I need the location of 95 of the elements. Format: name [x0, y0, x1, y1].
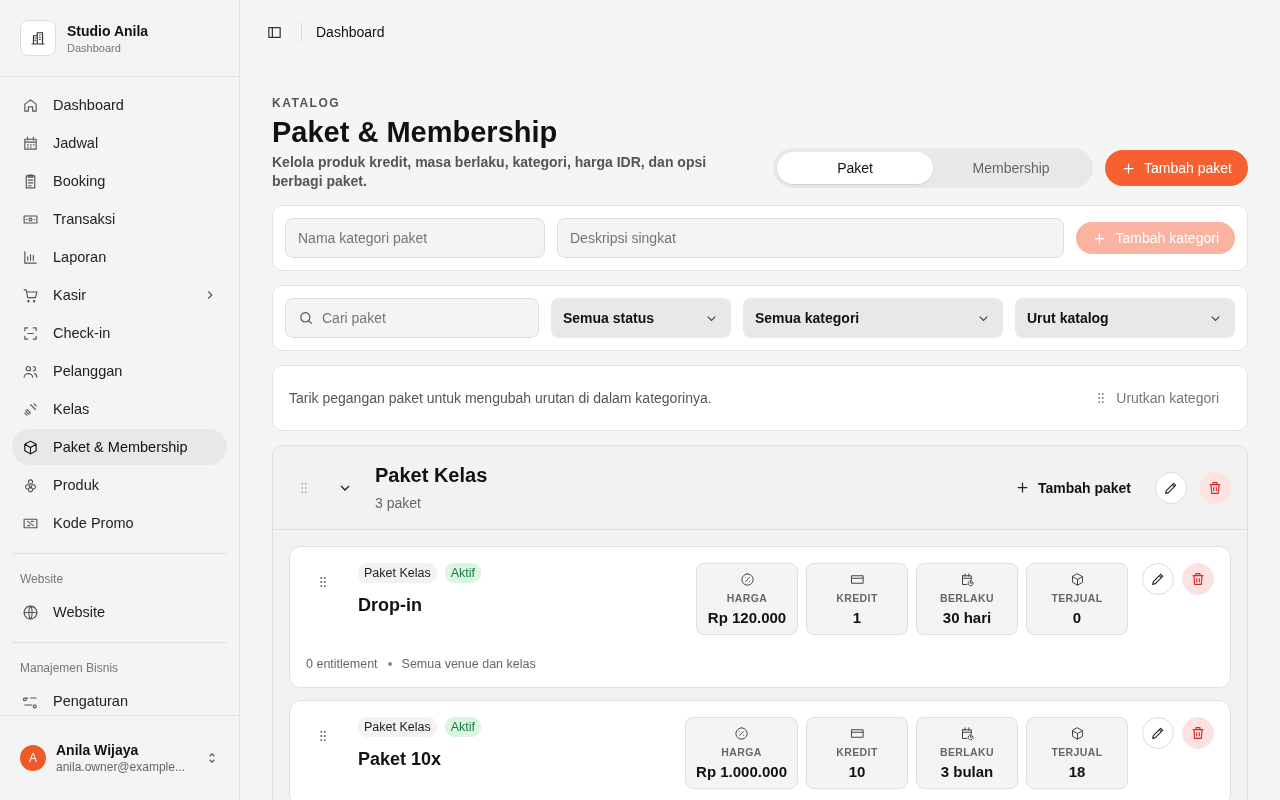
- trash-icon: [1190, 725, 1206, 741]
- nav-icon: [22, 286, 39, 304]
- nav-section-heading: Manajemen Bisnis: [19, 660, 120, 677]
- add-package-link[interactable]: Tambah paket: [1002, 473, 1143, 502]
- stat-value: 1: [852, 609, 862, 626]
- sidebar-item[interactable]: Kelas: [12, 391, 227, 427]
- stat-value: 18: [1068, 763, 1086, 780]
- studio-subtitle: Dashboard: [67, 41, 122, 54]
- stat-value: 0: [1072, 609, 1082, 626]
- nav-icon: [22, 134, 39, 152]
- stat-label: TERJUAL: [1051, 592, 1103, 604]
- edit-button[interactable]: [1142, 563, 1174, 595]
- trash-icon: [1190, 571, 1206, 587]
- pencil-icon: [1150, 571, 1166, 587]
- package-meta: 0 entitlement: [306, 657, 378, 671]
- stat-label: HARGA: [721, 746, 762, 758]
- stat-icon: [739, 572, 755, 587]
- page-description: Kelola produk kredit, masa berlaku, kategori, harga IDR, dan opsi berbagi paket.: [272, 153, 708, 191]
- stat-label: BERLAKU: [939, 592, 995, 604]
- sidebar-item[interactable]: Produk: [12, 467, 227, 503]
- plus-icon: [1014, 480, 1030, 495]
- stat-icon: [734, 726, 750, 741]
- separator-dot: [387, 662, 392, 666]
- filter-dropdown[interactable]: Semua kategori: [743, 298, 1003, 338]
- stat-icon: [959, 726, 975, 741]
- stat-value: 30 hari: [942, 609, 992, 626]
- nav-icon: [22, 476, 39, 494]
- plus-icon: [1121, 160, 1137, 176]
- trash-icon: [1207, 479, 1223, 496]
- package-name: Paket 10x: [358, 749, 443, 770]
- sidebar-item[interactable]: Pelanggan: [12, 353, 227, 389]
- stat-value: 3 bulan: [940, 763, 994, 780]
- delete-button[interactable]: [1182, 563, 1214, 595]
- sort-categories-button[interactable]: Urutkan kategori: [1082, 384, 1231, 412]
- sidebar-item[interactable]: Website: [12, 594, 227, 630]
- search-field[interactable]: Cari paket: [285, 298, 539, 338]
- sidebar-item[interactable]: Pengaturan: [12, 683, 227, 715]
- stat-label: BERLAKU: [939, 746, 995, 758]
- search-icon: [298, 310, 314, 326]
- sidebar-item[interactable]: Dashboard: [12, 87, 227, 123]
- nav-icon: [22, 438, 39, 456]
- tag: Aktif: [444, 717, 482, 737]
- stat-value: 10: [848, 763, 866, 780]
- nav-icon: [22, 400, 39, 418]
- sidebar-item[interactable]: Paket & Membership: [12, 429, 227, 465]
- stat-label: TERJUAL: [1051, 746, 1103, 758]
- sidebar-item[interactable]: Laporan: [12, 239, 227, 275]
- user-name: Anila Wijaya: [56, 742, 140, 758]
- page-title: Paket & Membership: [272, 116, 559, 149]
- stat-icon: [959, 572, 975, 587]
- sidebar-item[interactable]: Transaksi: [12, 201, 227, 237]
- nav-icon: [22, 324, 39, 342]
- delete-button[interactable]: [1199, 471, 1231, 504]
- segment-tab[interactable]: Paket: [777, 152, 934, 184]
- package-meta: Semua venue dan kelas: [401, 657, 536, 671]
- tag: Aktif: [444, 563, 482, 583]
- category-title: Paket Kelas: [375, 464, 489, 487]
- user-avatar: A: [20, 745, 46, 771]
- sidebar-item[interactable]: Jadwal: [12, 125, 227, 161]
- nav-section-heading: Website: [19, 571, 65, 588]
- filter-dropdown[interactable]: Urut katalog: [1015, 298, 1235, 338]
- stat-icon: [1069, 726, 1085, 741]
- tag: Paket Kelas: [358, 717, 437, 737]
- nav-icon: [22, 248, 39, 266]
- delete-button[interactable]: [1182, 717, 1214, 749]
- stat-icon: [849, 726, 865, 741]
- tag: Paket Kelas: [358, 563, 437, 583]
- sidebar-item[interactable]: Kode Promo: [12, 505, 227, 541]
- package-count: 3 paket: [375, 495, 422, 511]
- plus-icon: [1092, 230, 1108, 246]
- sidebar-item[interactable]: Booking: [12, 163, 227, 199]
- pencil-icon: [1150, 725, 1166, 741]
- building-icon: [20, 20, 56, 56]
- nav-icon: [22, 96, 39, 114]
- segment-tab[interactable]: Membership: [933, 152, 1090, 184]
- stat-value: Rp 120.000: [707, 609, 787, 626]
- stat-icon: [849, 572, 865, 587]
- section-eyebrow: KATALOG: [272, 96, 342, 110]
- stat-label: KREDIT: [836, 592, 878, 604]
- user-email: anila.owner@example...: [56, 760, 186, 774]
- stat-icon: [1069, 572, 1085, 587]
- hint-text: Tarik pegangan paket untuk mengubah urutan di dalam kategorinya.: [289, 390, 712, 406]
- breadcrumb: Dashboard: [316, 24, 385, 40]
- sidebar-item[interactable]: Kasir: [12, 277, 227, 313]
- edit-button[interactable]: [1155, 471, 1187, 504]
- stat-label: HARGA: [726, 592, 768, 604]
- nav-icon: [22, 603, 39, 621]
- edit-button[interactable]: [1142, 717, 1174, 749]
- user-menu[interactable]: A Anila Wijaya anila.owner@example...: [0, 715, 239, 800]
- stat-value: Rp 1.000.000: [696, 763, 787, 780]
- package-name: Drop-in: [358, 595, 423, 616]
- sidebar-item[interactable]: Check-in: [12, 315, 227, 351]
- stat-label: KREDIT: [836, 746, 878, 758]
- filter-dropdown[interactable]: Semua status: [551, 298, 731, 338]
- studio-name: Studio Anila: [67, 22, 149, 39]
